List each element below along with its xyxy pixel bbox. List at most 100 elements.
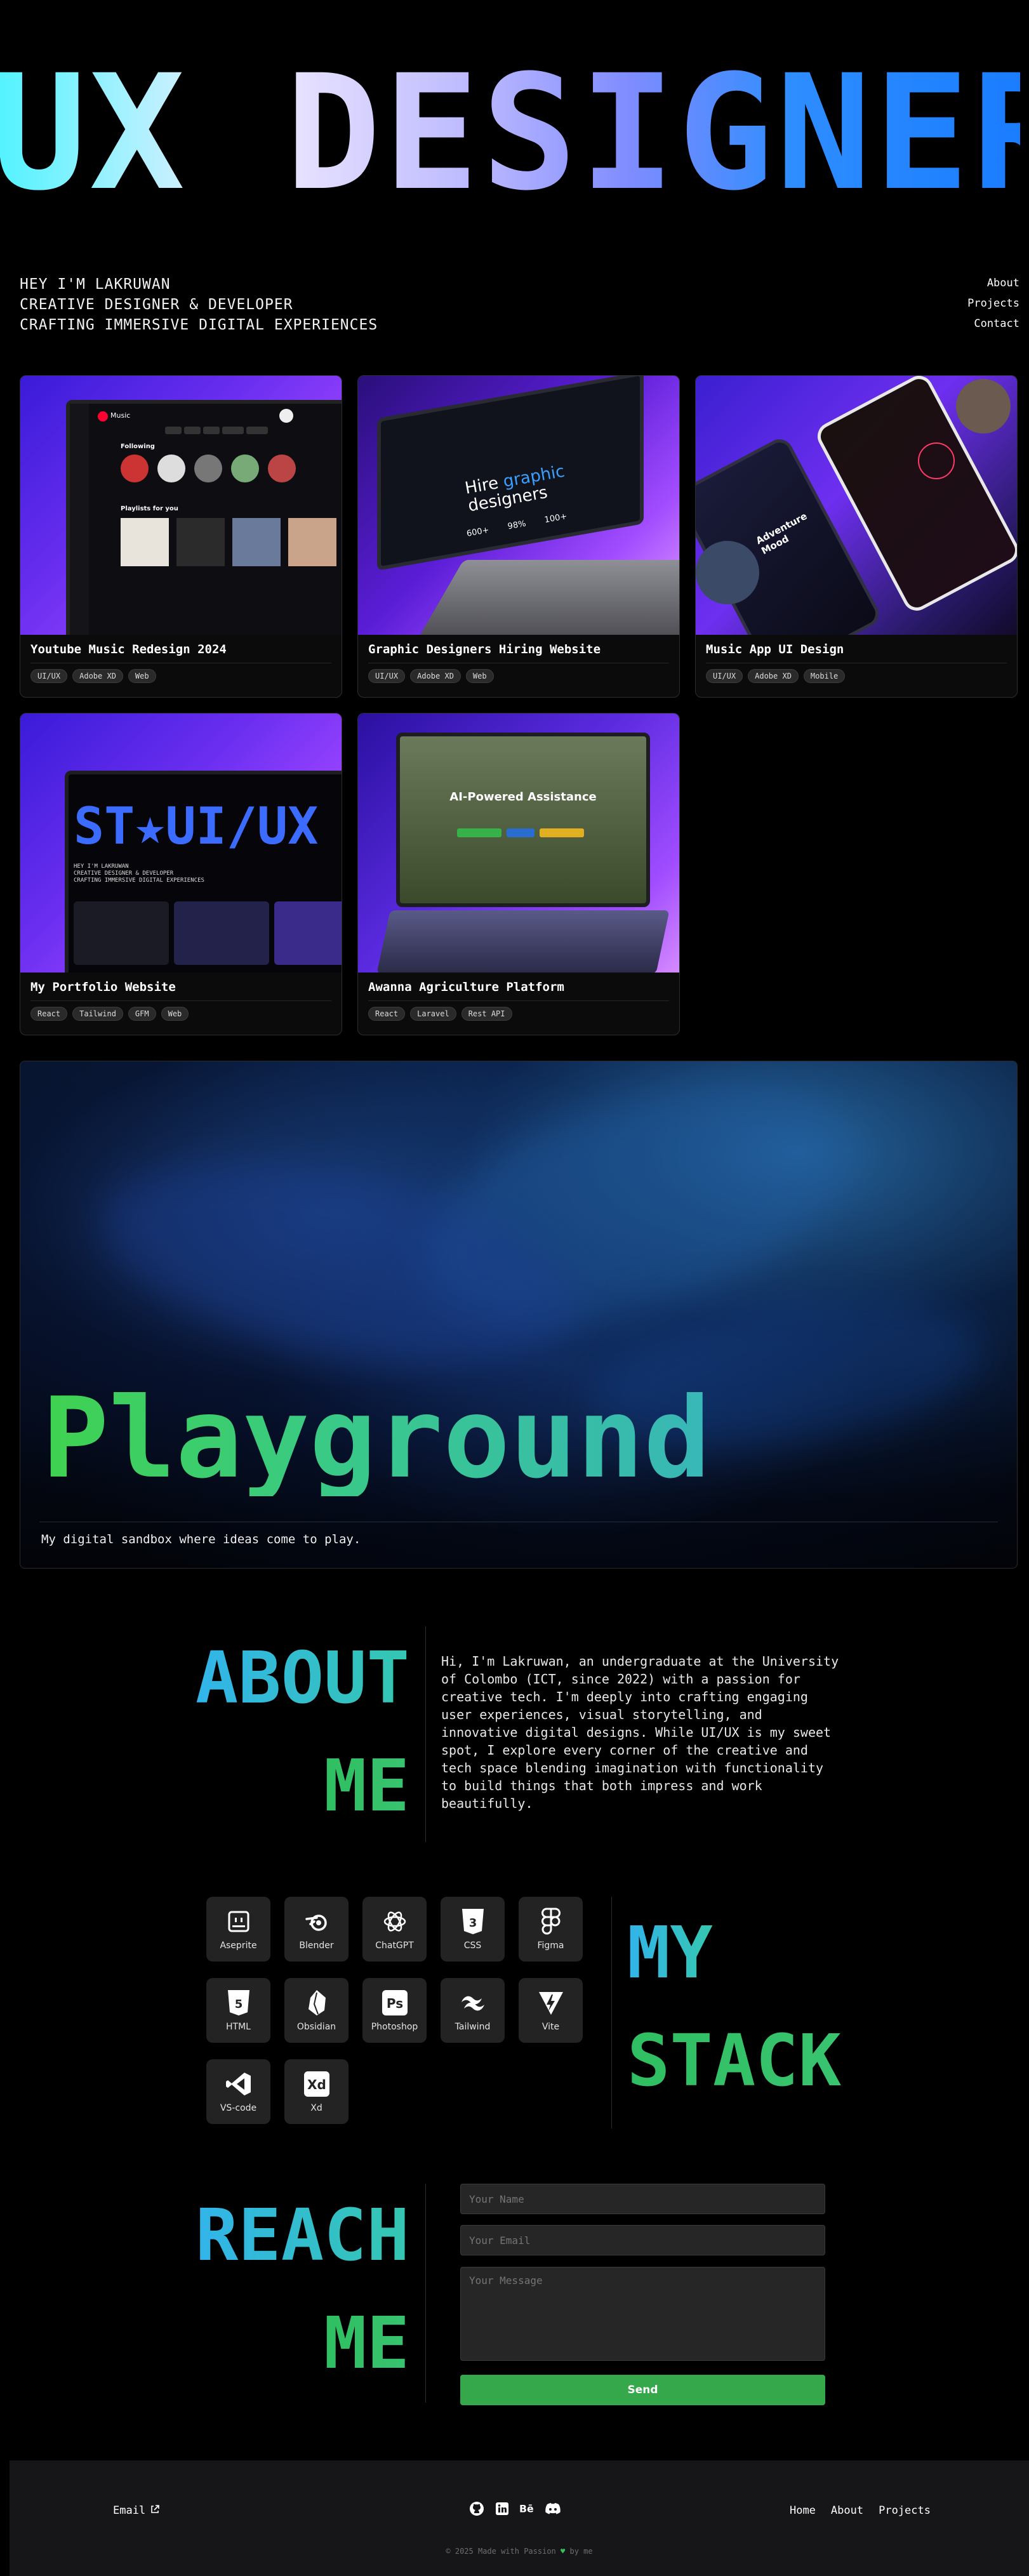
svg-text:5: 5 [234,1998,242,2011]
project-card[interactable]: AI-Powered Assistance Awanna Agriculture… [357,713,680,1035]
stack-grid: Aseprite Blender ChatGPT 3 CSS Figma 5 H… [206,1897,583,2124]
aseprite-icon [225,1908,253,1935]
about-heading-line2: ME [324,1734,409,1839]
xd-icon: Xd [303,2070,331,2098]
about-body: Hi, I'm Lakruwan, an undergraduate at th… [441,1654,839,1811]
email-input[interactable] [460,2225,825,2255]
card-divider [30,1000,331,1001]
reach-heading-line1: REACH [196,2184,409,2288]
about-heading-line1: ABOUT [196,1626,409,1731]
project-thumbnail: AI-Powered Assistance [358,714,679,973]
project-card[interactable]: Music Following Playlists for you Youtub… [20,375,342,698]
stack-heading-line1: MY [627,1901,713,2006]
linkedin-icon[interactable] [494,2500,510,2517]
project-thumbnail: Adventure Mood [696,376,1017,635]
tag: React [30,1007,68,1021]
project-title: Youtube Music Redesign 2024 [30,642,227,656]
tag: Adobe XD [748,669,799,683]
heart-icon: ♥ [561,2547,566,2556]
footer-email-link[interactable]: Email [113,2504,159,2517]
tool-label: Obsidian [296,2022,336,2032]
tool-label: HTML [226,2022,251,2032]
playground-title: Playground [42,1374,711,1503]
tag: Web [161,1007,189,1021]
tag: Rest API [461,1007,512,1021]
copyright-prefix: © 2025 Made with Passion [446,2547,556,2556]
footer-link-home[interactable]: Home [790,2504,816,2517]
footer-link-about[interactable]: About [831,2504,863,2517]
footer-links: Home About Projects [790,2504,931,2517]
footer: Email Bē Home About Projects © 2025 Made… [10,2460,1029,2576]
project-tags: UI/UX Adobe XD Mobile [706,669,846,683]
nav-projects[interactable]: Projects [967,293,1019,314]
intro-line: CRAFTING IMMERSIVE DIGITAL EXPERIENCES [20,317,378,333]
discord-icon[interactable] [545,2500,561,2517]
playlists-label: Playlists for you [121,505,178,512]
tag: React [368,1007,406,1021]
portfolio-line: CREATIVE DESIGNER & DEVELOPER [74,870,174,877]
portfolio-line: HEY I'M LAKRUWAN [74,863,129,870]
project-card[interactable]: Hire graphic designers 600+ 98% 100+ Gra… [357,375,680,698]
svg-text:Bē: Bē [519,2503,534,2515]
tool-label: VS-code [220,2103,257,2113]
tag: Laravel [410,1007,456,1021]
svg-text:Ps: Ps [386,1996,402,2011]
tool-label: Vite [541,2022,560,2032]
project-card[interactable]: Adventure Mood Music App UI Design UI/UX… [695,375,1018,698]
project-tags: React Tailwind GFM Web [30,1007,189,1021]
svg-text:Xd: Xd [307,2077,326,2092]
tag: GFM [128,1007,156,1021]
html-icon: 5 [225,1989,253,2017]
tag: Mobile [803,669,846,683]
playground-banner[interactable]: Playground My digital sandbox where idea… [20,1061,1018,1569]
tool-blender: Blender [284,1897,349,1962]
playground-subtitle: My digital sandbox where ideas come to p… [41,1532,361,1546]
tag: Adobe XD [72,669,123,683]
nav-contact[interactable]: Contact [967,314,1019,334]
portfolio-mark: ST★UI/UX [74,797,319,856]
external-link-icon [150,2504,159,2517]
tag: Adobe XD [410,669,461,683]
footer-link-projects[interactable]: Projects [879,2504,931,2517]
project-title: Music App UI Design [706,642,844,656]
nav-about[interactable]: About [967,273,1019,293]
email-label: Email [113,2504,146,2517]
tag: UI/UX [30,669,68,683]
project-title: My Portfolio Website [30,980,176,994]
tailwind-icon [459,1989,487,2017]
stack-heading-line2: STACK [627,2009,841,2114]
css-icon: 3 [459,1908,487,1935]
following-label: Following [121,443,155,450]
tool-label: Figma [537,1941,564,1951]
project-card[interactable]: ST★UI/UX HEY I'M LAKRUWAN CREATIVE DESIG… [20,713,342,1035]
social-links: Bē [468,2500,561,2517]
send-button[interactable]: Send [460,2375,825,2405]
tool-label: Blender [299,1941,334,1951]
tool-figma: Figma [519,1897,583,1962]
project-tags: React Laravel Rest API [368,1007,512,1021]
project-thumbnail: Music Following Playlists for you [20,376,342,635]
top-nav: About Projects Contact [967,273,1019,334]
behance-icon[interactable]: Bē [519,2500,536,2517]
tool-label: CSS [463,1941,482,1951]
chatgpt-icon [381,1908,409,1935]
tool-label: ChatGPT [375,1941,414,1951]
tool-xd: Xd Xd [284,2059,349,2124]
vite-icon [537,1989,565,2017]
copyright-suffix: by me [569,2547,593,2556]
name-input[interactable] [460,2184,825,2214]
blender-icon [303,1908,331,1935]
intro-line: HEY I'M LAKRUWAN [20,276,171,293]
reach-divider [425,2184,426,2403]
message-textarea[interactable] [460,2267,825,2361]
project-thumbnail: Hire graphic designers 600+ 98% 100+ [358,376,679,635]
github-icon[interactable] [468,2500,485,2517]
tool-label: Photoshop [371,2022,418,2032]
tag: Web [465,669,494,683]
tool-label: Aseprite [220,1941,257,1951]
svg-text:3: 3 [468,1916,477,1930]
project-title: Graphic Designers Hiring Website [368,642,601,656]
tag: Tailwind [72,1007,123,1021]
copyright: © 2025 Made with Passion ♥ by me [10,2547,1029,2556]
project-tags: UI/UX Adobe XD Web [30,669,156,683]
